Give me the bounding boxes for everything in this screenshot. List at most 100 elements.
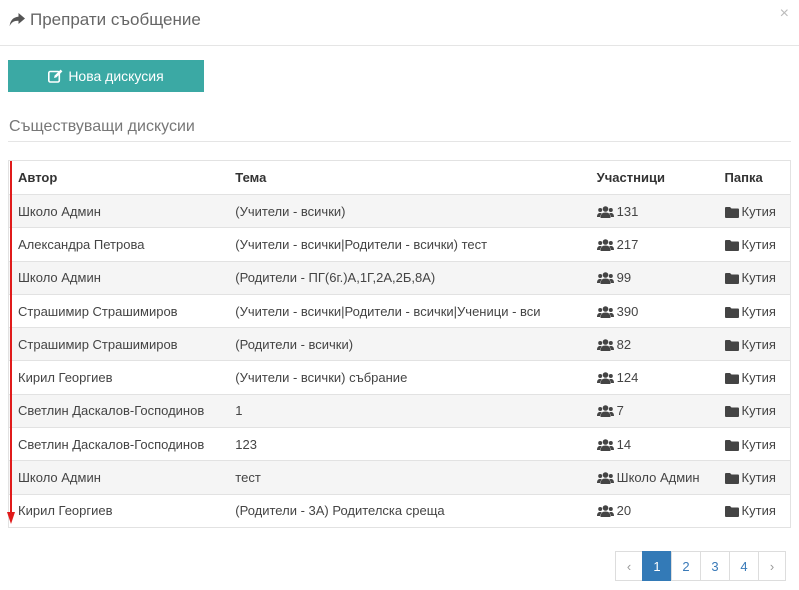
table-row[interactable]: Школо Админ (Учители - всички) 131 Кутия: [8, 193, 791, 228]
new-discussion-label: Нова дискусия: [68, 68, 164, 84]
annotation-arrow-icon: [7, 161, 15, 524]
modal-title-text: Препрати съобщение: [30, 10, 201, 29]
row-folder: Кутия: [715, 293, 791, 328]
share-icon: [9, 13, 25, 27]
folder-text: Кутия: [741, 436, 776, 452]
participants-text: 390: [616, 303, 639, 319]
folder-icon: [724, 206, 739, 218]
folder-icon: [724, 473, 739, 485]
row-topic: 123: [226, 427, 588, 461]
users-icon: [596, 438, 614, 451]
row-topic: (Родители - 3А) Родителска среща: [226, 493, 588, 528]
pagination-page-3[interactable]: 3: [700, 551, 730, 581]
row-folder: Кутия: [715, 427, 791, 461]
row-folder: Кутия: [715, 360, 791, 395]
users-icon: [596, 272, 614, 285]
folder-text: Кутия: [741, 503, 776, 519]
users-icon: [596, 339, 614, 351]
table-row[interactable]: Страшимир Страшимиров (Учители - всички|Р…: [8, 293, 791, 328]
modal-title: Препрати съобщение: [9, 10, 201, 30]
pagination-next-button[interactable]: ›: [758, 551, 786, 581]
row-folder: Кутия: [715, 460, 791, 495]
row-participants: 217: [587, 227, 716, 262]
row-author: Кирил Георгиев: [8, 493, 227, 528]
author-text: Светлин Даскалов-Господинов: [18, 436, 205, 452]
participants-text: 124: [616, 370, 639, 386]
row-author: Светлин Даскалов-Господинов: [8, 427, 227, 461]
users-icon: [596, 372, 614, 385]
table-row[interactable]: Кирил Георгиев (Учители - всички) събрани…: [8, 360, 791, 395]
row-author: Школо Админ: [8, 193, 227, 228]
table-row[interactable]: Светлин Даскалов-Господинов 123 14 Кутия: [8, 427, 791, 461]
row-participants: 20: [587, 493, 716, 528]
row-author: Кирил Георгиев: [8, 360, 227, 395]
table-row[interactable]: Школо Админ (Родители - ПГ(6г.)А,1Г,2А,2Б…: [8, 260, 791, 295]
modal-header: Препрати съобщение ×: [0, 0, 799, 46]
row-topic: 1: [226, 393, 588, 428]
row-folder: Кутия: [715, 393, 791, 428]
author-text: Страшимир Страшимиров: [18, 303, 178, 319]
close-button[interactable]: ×: [780, 5, 789, 23]
row-participants: 82: [587, 327, 716, 361]
folder-icon: [724, 373, 739, 385]
folder-icon: [724, 273, 739, 285]
participants-text: 14: [616, 436, 632, 452]
row-author: Школо Админ: [8, 460, 227, 495]
row-folder: Кутия: [715, 327, 791, 361]
author-text: Школо Админ: [18, 270, 101, 286]
topic-text: (Родители - ПГ(6г.)А,1Г,2А,2Б,8А): [235, 270, 436, 286]
new-discussion-button[interactable]: Нова дискусия: [8, 60, 204, 92]
header-topic[interactable]: Тема: [226, 160, 588, 195]
author-text: Кирил Георгиев: [18, 503, 113, 519]
participants-text: 99: [616, 270, 632, 286]
table-row[interactable]: Светлин Даскалов-Господинов 1 7 Кутия: [8, 393, 791, 428]
table-row[interactable]: Александра Петрова (Учители - всички|Роди…: [8, 227, 791, 262]
topic-text: (Учители - всички) събрание: [235, 370, 408, 386]
folder-icon: [724, 439, 739, 451]
row-participants: 7: [587, 393, 716, 428]
row-author: Александра Петрова: [8, 227, 227, 262]
participants-text: Школо Админ: [616, 470, 700, 486]
row-folder: Кутия: [715, 193, 791, 228]
row-topic: (Учители - всички|Родители - всички|Учен…: [226, 293, 588, 328]
pagination-page-1[interactable]: 1: [642, 551, 672, 581]
participants-text: 82: [616, 336, 632, 352]
section-divider: [8, 141, 791, 142]
participants-text: 7: [616, 403, 624, 419]
folder-text: Кутия: [741, 370, 776, 386]
pagination: ‹ 1 2 3 4 ›: [615, 551, 786, 581]
row-author: Светлин Даскалов-Господинов: [8, 393, 227, 428]
row-topic: (Родители - всички): [226, 327, 588, 361]
table-row[interactable]: Школо Админ тест Школо Админ Кутия: [8, 460, 791, 495]
pagination-page-2[interactable]: 2: [671, 551, 701, 581]
row-author: Страшимир Страшимиров: [8, 327, 227, 361]
author-text: Школо Админ: [18, 470, 101, 486]
row-topic: (Учители - всички): [226, 193, 588, 228]
topic-text: 123: [235, 436, 257, 452]
header-author[interactable]: Автор: [8, 160, 227, 195]
row-topic: тест: [226, 460, 588, 495]
participants-text: 20: [616, 503, 632, 519]
users-icon: [596, 239, 614, 251]
header-folder[interactable]: Папка: [715, 160, 791, 195]
row-folder: Кутия: [715, 260, 791, 295]
header-participants[interactable]: Участници: [587, 160, 716, 195]
folder-icon: [724, 239, 739, 251]
topic-text: (Учители - всички|Родители - всички|Учен…: [235, 303, 541, 319]
author-text: Кирил Георгиев: [18, 370, 113, 386]
pagination-page-4[interactable]: 4: [729, 551, 759, 581]
author-text: Светлин Даскалов-Господинов: [18, 403, 205, 419]
participants-text: 217: [616, 236, 639, 252]
participants-text: 131: [616, 203, 639, 219]
table-header-row: Автор Тема Участници Папка: [8, 160, 791, 195]
pagination-prev-button[interactable]: ‹: [615, 551, 643, 581]
users-icon: [596, 505, 614, 518]
table-row[interactable]: Кирил Георгиев (Родители - 3А) Родителска…: [8, 493, 791, 528]
edit-icon: [48, 69, 63, 83]
author-text: Страшимир Страшимиров: [18, 336, 178, 352]
folder-text: Кутия: [741, 403, 776, 419]
topic-text: (Родители - всички): [235, 336, 354, 352]
table-row[interactable]: Страшимир Страшимиров (Родители - всички)…: [8, 327, 791, 361]
folder-icon: [724, 306, 739, 318]
folder-text: Кутия: [741, 203, 776, 219]
